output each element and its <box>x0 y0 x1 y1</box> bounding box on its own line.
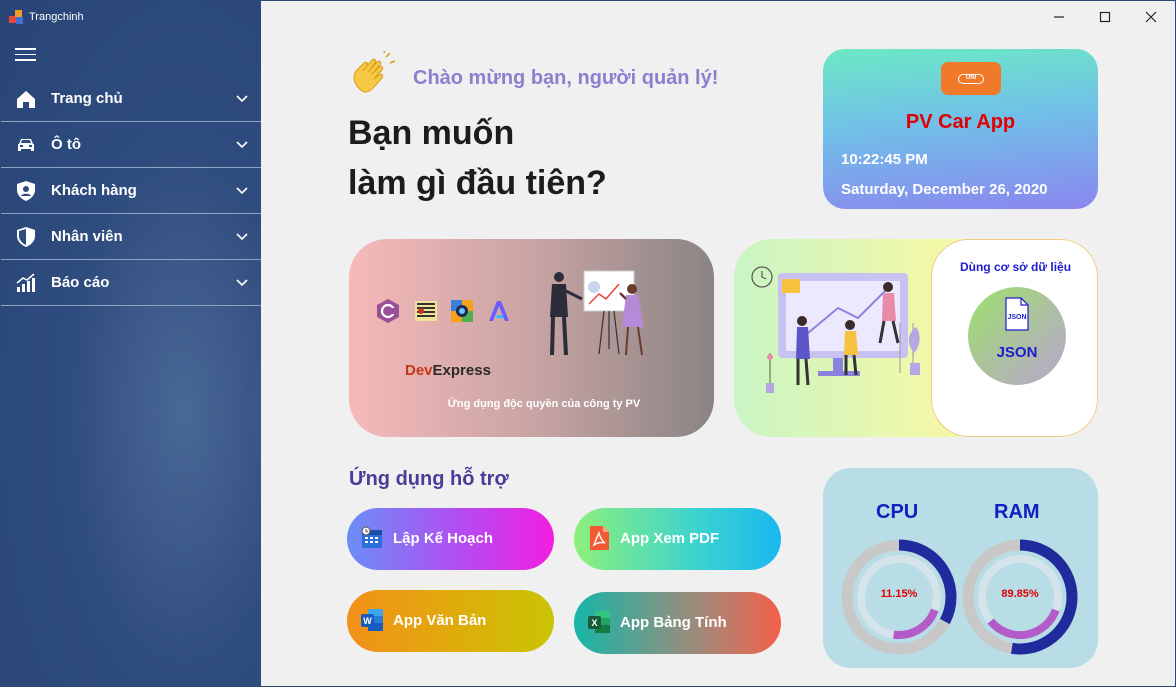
pdf-app-button[interactable]: App Xem PDF <box>574 508 781 570</box>
pdf-icon <box>590 526 609 550</box>
devexpress-logo: DevExpress <box>405 362 491 379</box>
car-icon <box>18 139 34 151</box>
devexpress-logo-part1: Dev <box>405 362 433 379</box>
home-icon <box>17 91 35 108</box>
sidebar-item-khach-hang[interactable]: Khách hàng <box>1 168 261 214</box>
camera-app-logo-icon <box>451 300 473 322</box>
window-title: Trangchinh <box>29 11 84 23</box>
uni-badge-text: UNI <box>958 74 984 84</box>
presentation-illustration <box>550 270 644 356</box>
sidebar-item-label: Ô tô <box>51 136 81 153</box>
spreadsheet-app-button[interactable]: X App Bảng Tính <box>574 592 781 654</box>
word-app-label: App Văn Bản <box>393 612 487 629</box>
spreadsheet-app-label: App Bảng Tính <box>620 614 727 631</box>
page-title-line2: làm gì đầu tiên? <box>348 164 607 202</box>
database-card[interactable]: Dùng cơ sở dữ liệu JSON JSON <box>734 239 1098 437</box>
page-title: Bạn muốn làm gì đầu tiên? <box>348 108 607 208</box>
support-apps-title: Ứng dụng hỗ trợ <box>349 468 509 490</box>
sidebar-item-label: Báo cáo <box>51 274 110 291</box>
ram-gauge: 89.85% <box>961 538 1079 656</box>
close-button[interactable] <box>1139 6 1163 28</box>
minimize-icon <box>1054 16 1064 18</box>
sidebar: Trangchinh Trang chủ Ô tô Khách hàng Nhâ… <box>1 1 261 686</box>
database-panel: Dùng cơ sở dữ liệu JSON JSON <box>931 239 1098 437</box>
pv-exclusive-card[interactable]: DevExpress Ứng dụng độc quyền của công t… <box>349 239 714 437</box>
maximize-button[interactable] <box>1093 6 1117 28</box>
sidebar-item-nhan-vien[interactable]: Nhân viên <box>1 214 261 260</box>
chevron-down-icon <box>236 279 248 287</box>
chevron-down-icon <box>236 187 248 195</box>
json-file-icon-text: JSON <box>1007 314 1026 321</box>
word-app-button[interactable]: W App Văn Bản <box>347 590 554 652</box>
main-window: Trangchinh Trang chủ Ô tô Khách hàng Nhâ… <box>0 0 1176 687</box>
svg-text:W: W <box>363 616 372 626</box>
waving-hand-icon <box>353 51 396 93</box>
hamburger-menu-icon[interactable] <box>15 48 36 62</box>
sidebar-menu: Trang chủ Ô tô Khách hàng Nhân viên Báo … <box>1 76 261 306</box>
svg-text:X: X <box>591 618 597 628</box>
close-icon <box>1145 11 1157 23</box>
sidebar-item-label: Trang chủ <box>51 90 123 107</box>
chevron-down-icon <box>236 95 248 103</box>
excel-icon: X <box>588 611 610 633</box>
sidebar-item-o-to[interactable]: Ô tô <box>1 122 261 168</box>
performance-card: CPU RAM 11.15% 89.85% <box>823 468 1098 668</box>
csharp-logo-icon <box>377 299 399 323</box>
chevron-down-icon <box>236 141 248 149</box>
page-title-line1: Bạn muốn <box>348 114 515 152</box>
planning-app-button[interactable]: Lập Kế Hoạch <box>347 508 554 570</box>
uni-logo-icon: UNI <box>941 62 1001 95</box>
greeting-text: Chào mừng bạn, người quản lý! <box>413 67 719 89</box>
ram-label: RAM <box>994 501 1040 523</box>
cpu-label: CPU <box>876 501 919 523</box>
json-file-icon: JSON <box>1005 297 1029 331</box>
sidebar-item-bao-cao[interactable]: Báo cáo <box>1 260 261 306</box>
cpu-gauge: 11.15% <box>840 538 958 656</box>
pdf-app-label: App Xem PDF <box>620 530 720 547</box>
json-label: JSON <box>996 344 1038 361</box>
shield-icon <box>17 227 35 247</box>
app-logo-icon <box>9 10 23 24</box>
word-icon: W <box>361 609 383 631</box>
devexpress-logo-part2: Express <box>432 362 491 379</box>
clock-date: Saturday, December 26, 2020 <box>841 181 1048 198</box>
app-name: PV Car App <box>905 111 1016 133</box>
pv-caption: Ứng dụng độc quyền của công ty PV <box>447 398 641 410</box>
user-shield-icon <box>17 181 35 201</box>
clock-card: UNI PV Car App 10:22:45 PM Saturday, Dec… <box>823 49 1098 209</box>
xamarin-logo-icon <box>489 301 509 321</box>
title-bar: Trangchinh <box>9 9 84 25</box>
minimize-button[interactable] <box>1047 6 1071 28</box>
cpu-value: 11.15% <box>880 588 918 600</box>
chevron-down-icon <box>236 233 248 241</box>
database-title: Dùng cơ sở dữ liệu <box>959 260 1072 274</box>
clock-time: 10:22:45 PM <box>841 151 928 168</box>
framework-logo-icon <box>415 301 437 321</box>
sidebar-item-label: Nhân viên <box>51 228 123 245</box>
json-badge: JSON JSON <box>968 287 1066 385</box>
sidebar-item-label: Khách hàng <box>51 182 137 199</box>
chart-icon <box>16 273 35 292</box>
sidebar-item-trang-chu[interactable]: Trang chủ <box>1 76 261 122</box>
planning-app-label: Lập Kế Hoạch <box>393 530 494 547</box>
team-dashboard-illustration <box>751 266 920 393</box>
maximize-icon <box>1099 11 1111 23</box>
ram-value: 89.85% <box>1001 588 1039 600</box>
calendar-icon <box>361 526 382 548</box>
